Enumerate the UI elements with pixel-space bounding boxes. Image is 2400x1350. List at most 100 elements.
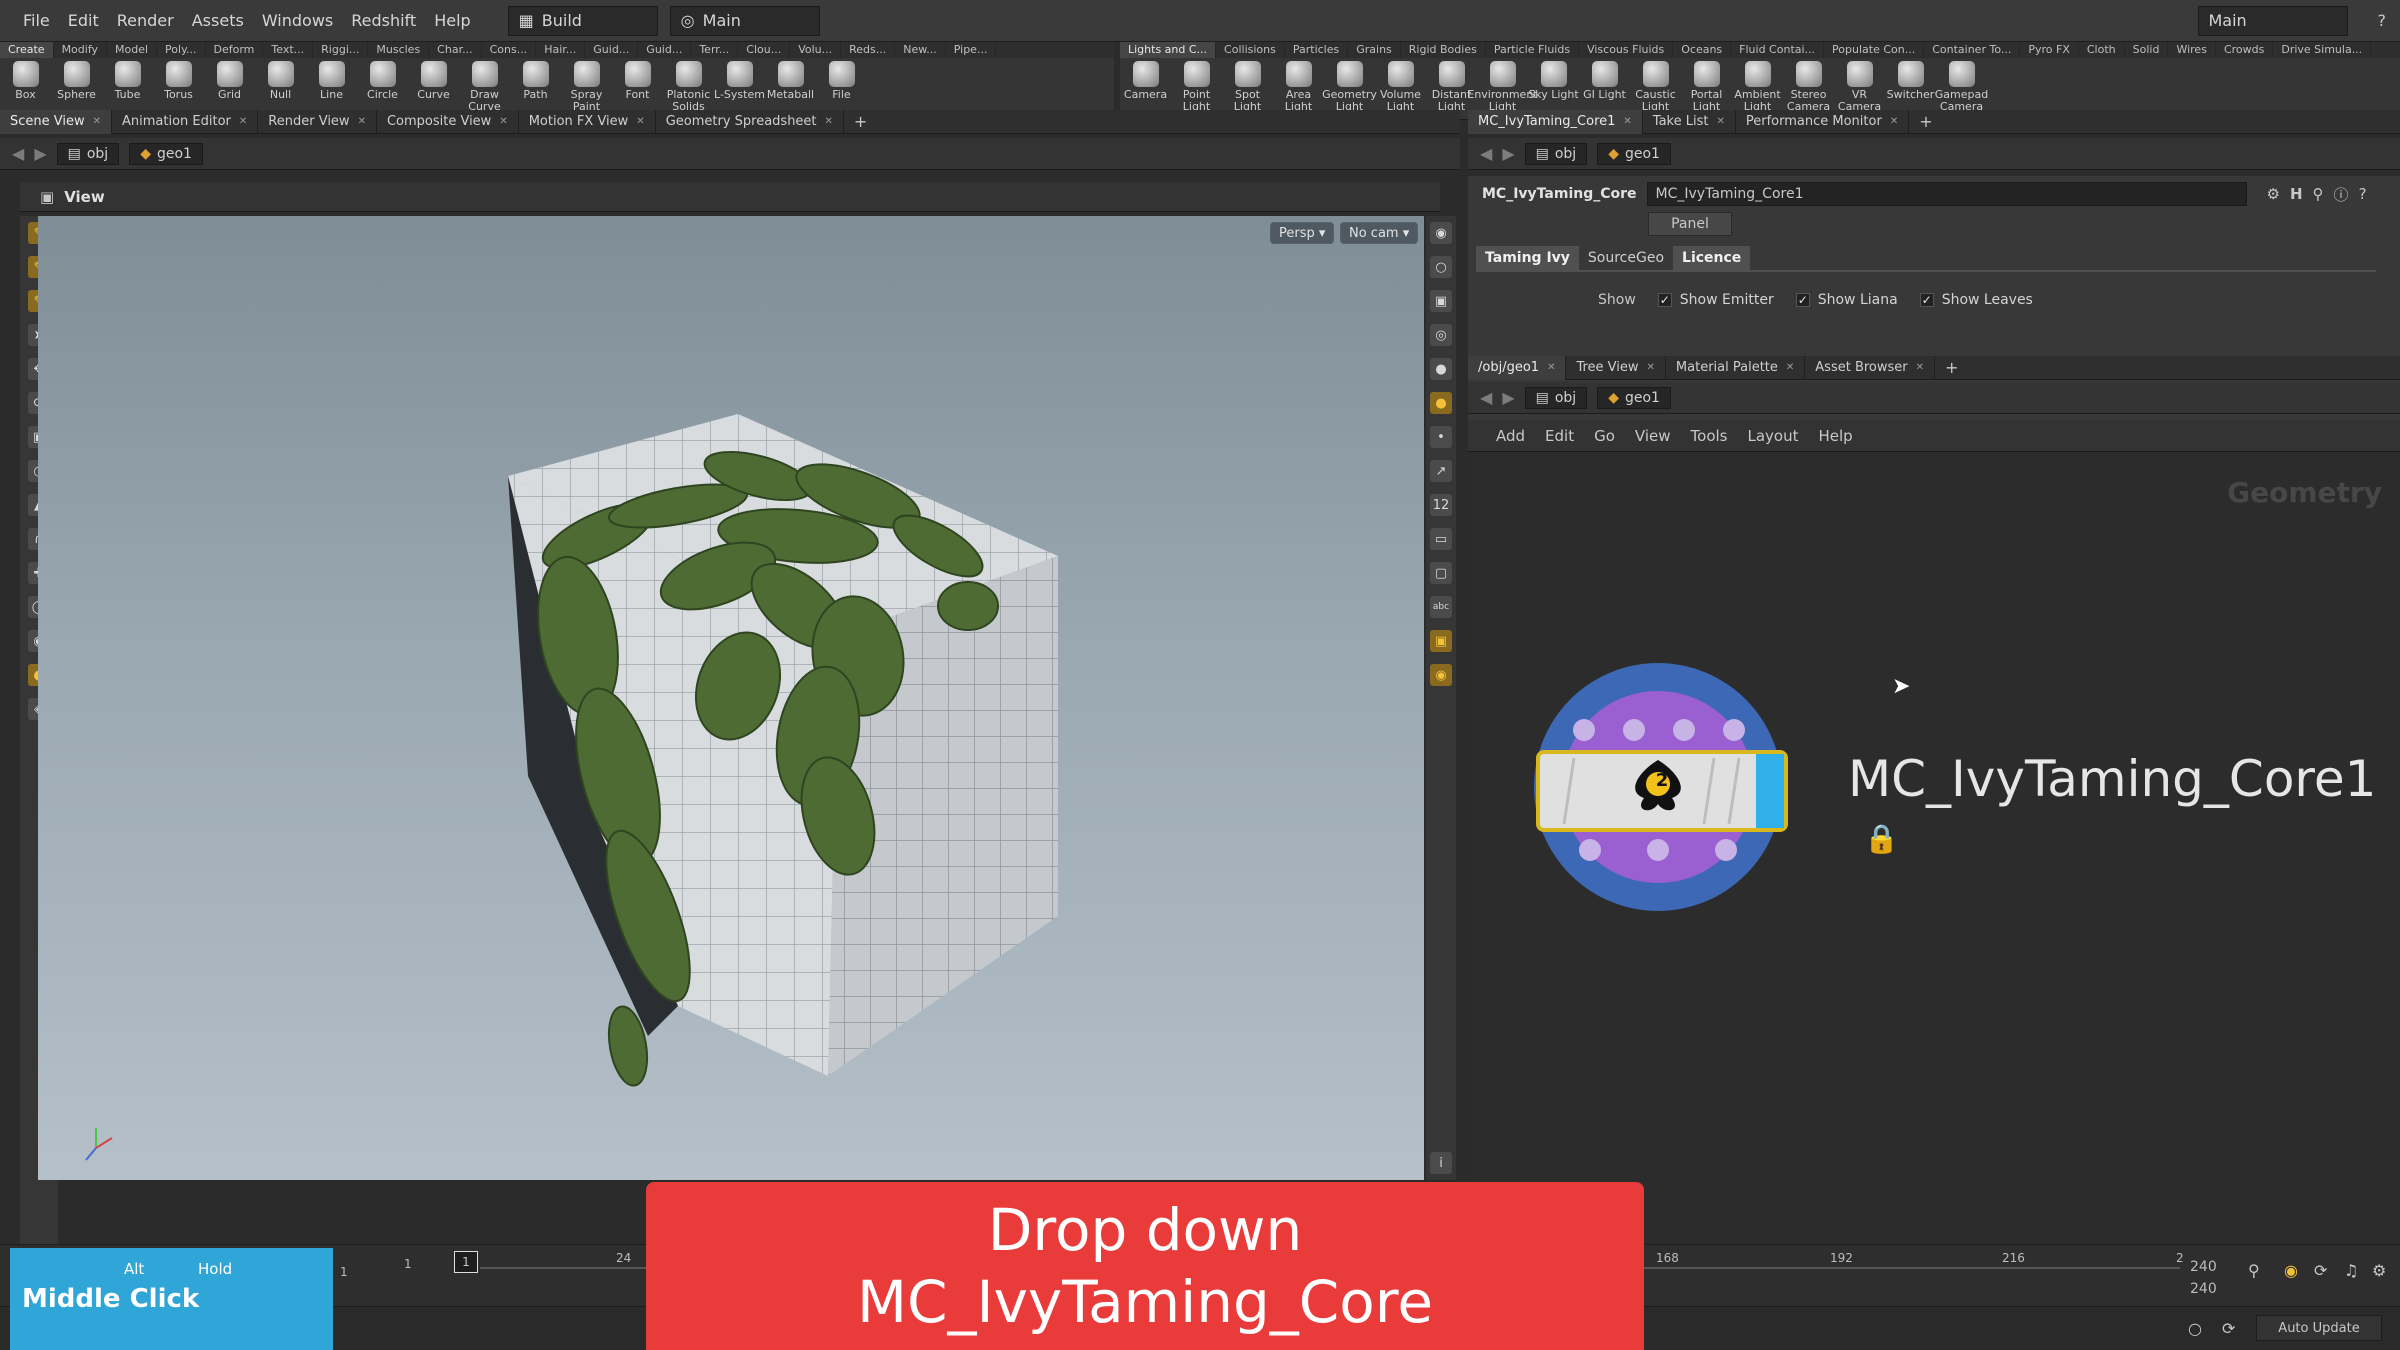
- ghost-icon[interactable]: ○: [1430, 256, 1452, 278]
- lock-icon[interactable]: ▣: [1430, 290, 1452, 312]
- forward-arrow-icon[interactable]: ▶: [34, 144, 46, 163]
- tab-shelf_left.tabs-15[interactable]: Volu...: [790, 42, 842, 58]
- network-menu-item-4[interactable]: Tools: [1683, 427, 1736, 445]
- network-menu-item-6[interactable]: Help: [1810, 427, 1860, 445]
- tab-shelf_right.tabs-1[interactable]: Collisions: [1216, 42, 1285, 58]
- param-path-geo[interactable]: ◆ geo1: [1597, 142, 1671, 165]
- hda-icon[interactable]: H: [2290, 185, 2303, 203]
- tab-shelf_left.tabs-14[interactable]: Clou...: [738, 42, 791, 58]
- param-path-obj[interactable]: ▤ obj: [1524, 142, 1588, 165]
- normals-icon[interactable]: ↗: [1430, 460, 1452, 482]
- point-display-icon[interactable]: •: [1430, 426, 1452, 448]
- add-tab-icon[interactable]: +: [1919, 112, 1932, 131]
- menu-windows[interactable]: Windows: [253, 11, 342, 30]
- add-tab-icon[interactable]: +: [854, 112, 867, 131]
- range-start[interactable]: 1: [404, 1257, 412, 1271]
- tab-shelf_right.tabs-13[interactable]: Solid: [2125, 42, 2169, 58]
- toggle-show-leaves[interactable]: ✓ Show Leaves: [1919, 292, 2033, 308]
- close-icon[interactable]: ✕: [1647, 356, 1655, 380]
- tab-param_pane.tabs-1[interactable]: Take List ✕: [1643, 109, 1736, 134]
- snapshot-icon[interactable]: ▣: [1430, 630, 1452, 652]
- help-param-icon[interactable]: ?: [2359, 185, 2367, 203]
- wire-icon[interactable]: ▭: [1430, 528, 1452, 550]
- audio-icon[interactable]: ♫: [2344, 1261, 2358, 1280]
- network-path-obj[interactable]: ▤ obj: [1524, 386, 1588, 409]
- tab-shelf_right.tabs-16[interactable]: Drive Simula...: [2273, 42, 2372, 58]
- tab-shelf_right.tabs-6[interactable]: Viscous Fluids: [1579, 42, 1674, 58]
- tab-shelf_left.tabs-13[interactable]: Terr...: [691, 42, 739, 58]
- close-icon[interactable]: ✕: [1890, 110, 1898, 134]
- node-name-field[interactable]: MC_IvyTaming_Core1: [1646, 182, 2247, 206]
- param-subtab-1[interactable]: SourceGeo: [1579, 246, 1673, 270]
- tab-shelf_left.tabs-4[interactable]: Deform: [206, 42, 264, 58]
- network-forward-icon[interactable]: ▶: [1502, 388, 1514, 407]
- close-icon[interactable]: ✕: [636, 110, 644, 134]
- 3d-viewport[interactable]: Persp ▾ No cam ▾: [38, 216, 1424, 1180]
- tab-shelf_left.tabs-7[interactable]: Muscles: [368, 42, 430, 58]
- tab-shelf_right.tabs-7[interactable]: Oceans: [1673, 42, 1732, 58]
- menu-file[interactable]: File: [14, 11, 59, 30]
- tab-shelf_left.tabs-18[interactable]: Pipe...: [946, 42, 997, 58]
- param-back-icon[interactable]: ◀: [1480, 144, 1492, 163]
- tab-shelf_right.tabs-2[interactable]: Particles: [1285, 42, 1349, 58]
- tab-shelf_left.tabs-9[interactable]: Cons...: [482, 42, 537, 58]
- menu-redshift[interactable]: Redshift: [342, 11, 425, 30]
- search-icon[interactable]: ⚲: [2313, 185, 2324, 203]
- close-icon[interactable]: ✕: [1786, 356, 1794, 380]
- menu-edit[interactable]: Edit: [59, 11, 108, 30]
- network-menu-item-3[interactable]: View: [1627, 427, 1679, 445]
- desktop-selector[interactable]: ▦ Build: [507, 5, 658, 36]
- tab-shelf_left.tabs-12[interactable]: Guid...: [638, 42, 692, 58]
- tab-shelf_left.tabs-2[interactable]: Model: [107, 42, 158, 58]
- text-abc-icon[interactable]: abc: [1430, 596, 1452, 618]
- key-icon[interactable]: ⚲: [2248, 1261, 2260, 1280]
- tab-shelf_right.tabs-3[interactable]: Grains: [1348, 42, 1401, 58]
- tab-shelf_left.tabs-17[interactable]: New...: [895, 42, 946, 58]
- tab-shelf_right.tabs-15[interactable]: Crowds: [2216, 42, 2274, 58]
- pin-icon[interactable]: ◉: [1430, 664, 1452, 686]
- context-selector[interactable]: ◎ Main: [669, 5, 820, 36]
- chat-icon[interactable]: ○: [2188, 1319, 2202, 1338]
- main-selector[interactable]: Main: [2197, 5, 2348, 36]
- tab-shelf_left.tabs-10[interactable]: Hair...: [536, 42, 586, 58]
- node-label[interactable]: MC_IvyTaming_Core1: [1848, 750, 2376, 808]
- toggle-show-emitter[interactable]: ✓ Show Emitter: [1657, 292, 1774, 308]
- tab-shelf_right.tabs-9[interactable]: Populate Con...: [1824, 42, 1925, 58]
- light-icon[interactable]: ●: [1430, 392, 1452, 414]
- network-back-icon[interactable]: ◀: [1480, 388, 1492, 407]
- network-menu-item-1[interactable]: Edit: [1537, 427, 1582, 445]
- tab-shelf_left.tabs-0[interactable]: Create: [0, 42, 54, 58]
- tab-shelf_right.tabs-10[interactable]: Container To...: [1924, 42, 2021, 58]
- toggle-show-liana[interactable]: ✓ Show Liana: [1795, 292, 1898, 308]
- tab-param_pane.tabs-0[interactable]: MC_IvyTaming_Core1 ✕: [1468, 109, 1643, 134]
- network-editor[interactable]: Geometry 2 MC_IvyTaming_Core1 🔒 ➤: [1474, 452, 2400, 1242]
- auto-update-selector[interactable]: Auto Update: [2256, 1315, 2382, 1341]
- back-arrow-icon[interactable]: ◀: [12, 144, 24, 163]
- tab-shelf_left.tabs-16[interactable]: Reds...: [841, 42, 896, 58]
- close-icon[interactable]: ✕: [1916, 356, 1924, 380]
- tab-shelf_left.tabs-1[interactable]: Modify: [54, 42, 108, 58]
- close-icon[interactable]: ✕: [825, 110, 833, 134]
- close-icon[interactable]: ✕: [499, 110, 507, 134]
- bounds-icon[interactable]: ▢: [1430, 562, 1452, 584]
- close-icon[interactable]: ✕: [1623, 110, 1631, 134]
- info-icon[interactable]: i: [1430, 1152, 1452, 1174]
- visibility-icon[interactable]: ◎: [1430, 324, 1452, 346]
- realtime-icon[interactable]: ◉: [2284, 1261, 2298, 1280]
- tab-network_pane.tabs-0[interactable]: /obj/geo1 ✕: [1468, 355, 1567, 380]
- path-geo[interactable]: ◆ geo1: [129, 142, 203, 165]
- refresh-icon[interactable]: ⟳: [2222, 1319, 2235, 1338]
- network-menu-item-0[interactable]: Add: [1488, 427, 1533, 445]
- tab-network_pane.tabs-2[interactable]: Material Palette ✕: [1666, 355, 1806, 380]
- close-icon[interactable]: ✕: [239, 110, 247, 134]
- tab-left_pane.tabs-5[interactable]: Geometry Spreadsheet ✕: [656, 109, 844, 134]
- tab-left_pane.tabs-4[interactable]: Motion FX View ✕: [519, 109, 656, 134]
- close-icon[interactable]: ✕: [1547, 356, 1555, 380]
- menu-assets[interactable]: Assets: [183, 11, 253, 30]
- tab-shelf_left.tabs-5[interactable]: Text...: [263, 42, 314, 58]
- frame-end[interactable]: 240: [2190, 1259, 2217, 1275]
- network-menu-item-2[interactable]: Go: [1586, 427, 1623, 445]
- shading-icon[interactable]: ●: [1430, 358, 1452, 380]
- tab-shelf_right.tabs-4[interactable]: Rigid Bodies: [1401, 42, 1486, 58]
- add-tab-icon[interactable]: +: [1945, 358, 1958, 377]
